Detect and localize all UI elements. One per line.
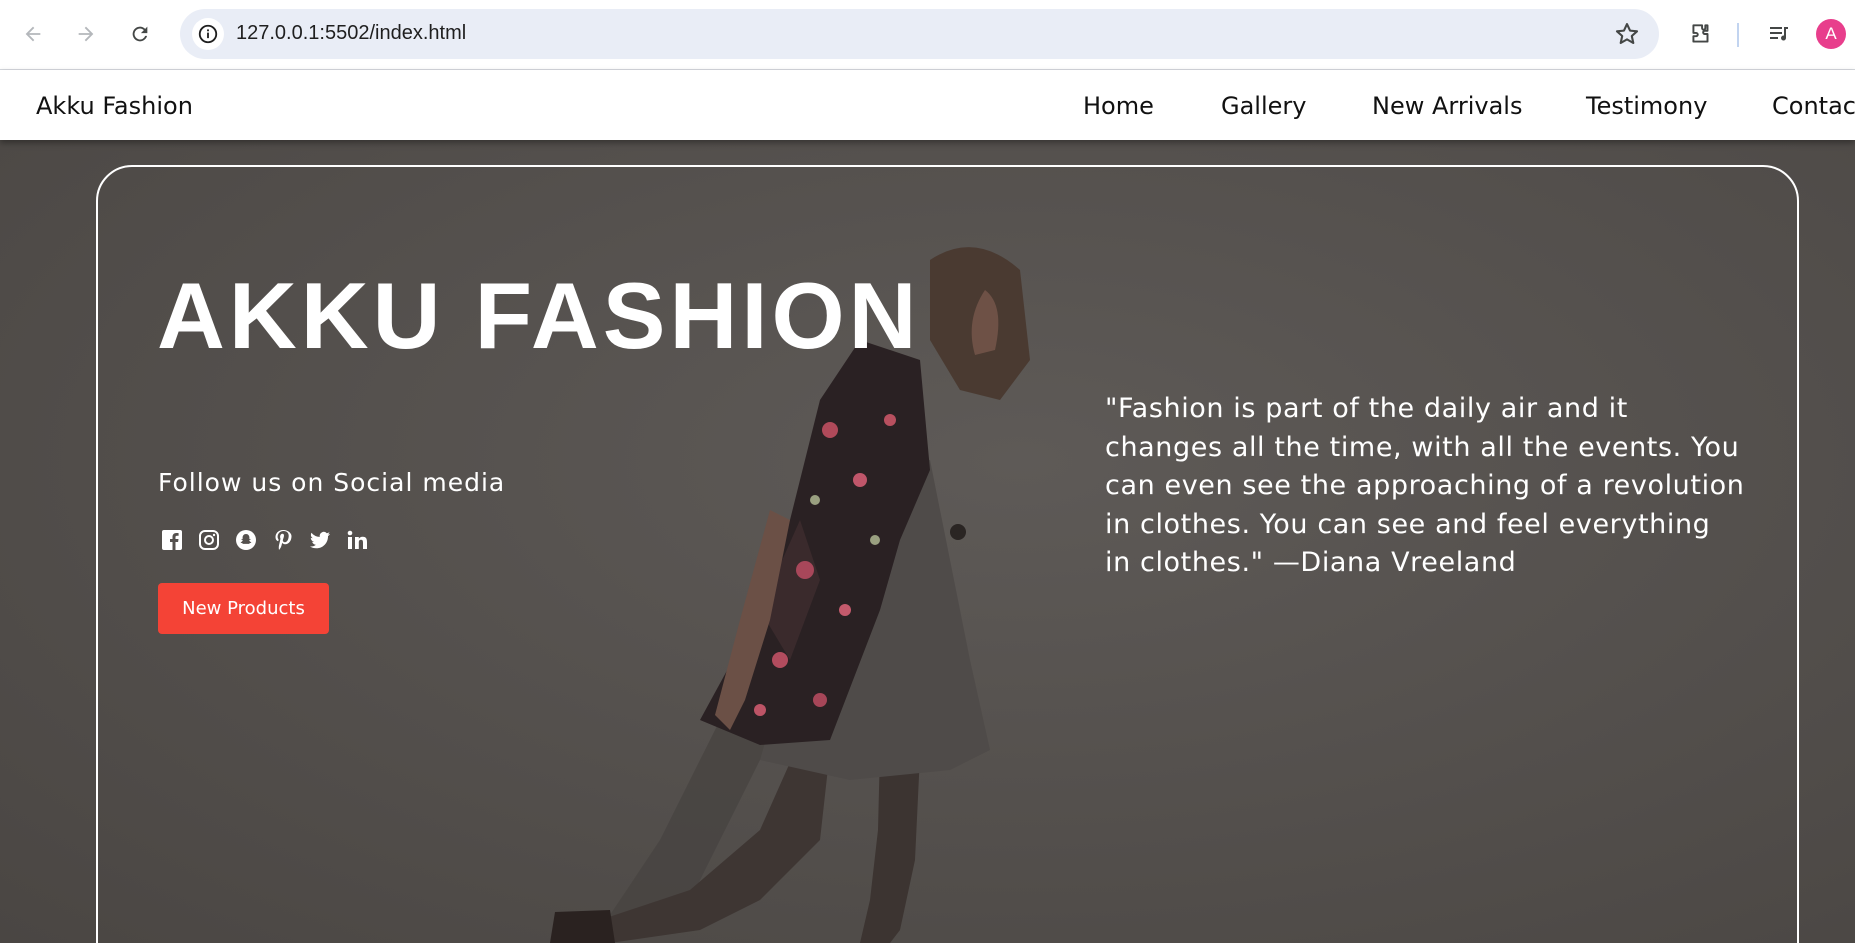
- nav-link-home[interactable]: Home: [1083, 92, 1154, 120]
- profile-avatar[interactable]: A: [1816, 19, 1846, 49]
- nav-link-new-arrivals[interactable]: New Arrivals: [1372, 92, 1522, 120]
- playlist-icon: [1770, 27, 1788, 41]
- address-bar[interactable]: 127.0.0.1:5502/index.html: [180, 9, 1659, 59]
- nav-link-gallery[interactable]: Gallery: [1221, 92, 1306, 120]
- site-info-button[interactable]: [192, 18, 224, 50]
- toolbar-divider: [1737, 23, 1739, 47]
- hero-section: AKKU FASHION Follow us on Social media N…: [0, 140, 1855, 943]
- snapchat-icon[interactable]: [234, 528, 258, 552]
- brand-logo[interactable]: Akku Fashion: [36, 92, 193, 120]
- forward-button[interactable]: [69, 17, 103, 51]
- nav-link-testimony[interactable]: Testimony: [1586, 92, 1707, 120]
- twitter-icon[interactable]: [308, 528, 332, 552]
- puzzle-icon: [1692, 24, 1709, 43]
- nav-link-contact[interactable]: Contact: [1772, 92, 1855, 120]
- browser-toolbar: 127.0.0.1:5502/index.html A: [0, 0, 1855, 70]
- arrow-right-icon: [78, 26, 94, 42]
- new-products-button[interactable]: New Products: [158, 583, 329, 634]
- social-links: [160, 528, 369, 552]
- pinterest-icon[interactable]: [271, 528, 295, 552]
- hero-title: AKKU FASHION: [157, 263, 921, 368]
- reload-icon: [132, 26, 148, 42]
- follow-us-text: Follow us on Social media: [158, 468, 506, 497]
- linkedin-icon[interactable]: [345, 528, 369, 552]
- site-navbar: Akku Fashion Home Gallery New Arrivals T…: [0, 70, 1855, 140]
- info-icon: [198, 24, 218, 44]
- instagram-icon[interactable]: [197, 528, 221, 552]
- back-button[interactable]: [16, 17, 50, 51]
- url-text[interactable]: 127.0.0.1:5502/index.html: [236, 22, 466, 45]
- bookmark-star-icon[interactable]: [1613, 20, 1641, 48]
- extensions-button[interactable]: [1684, 17, 1718, 51]
- arrow-left-icon: [25, 26, 41, 42]
- fashion-quote: "Fashion is part of the daily air and it…: [1105, 393, 1745, 578]
- media-controls-button[interactable]: [1762, 17, 1796, 51]
- reload-button[interactable]: [123, 17, 157, 51]
- facebook-icon[interactable]: [160, 528, 184, 552]
